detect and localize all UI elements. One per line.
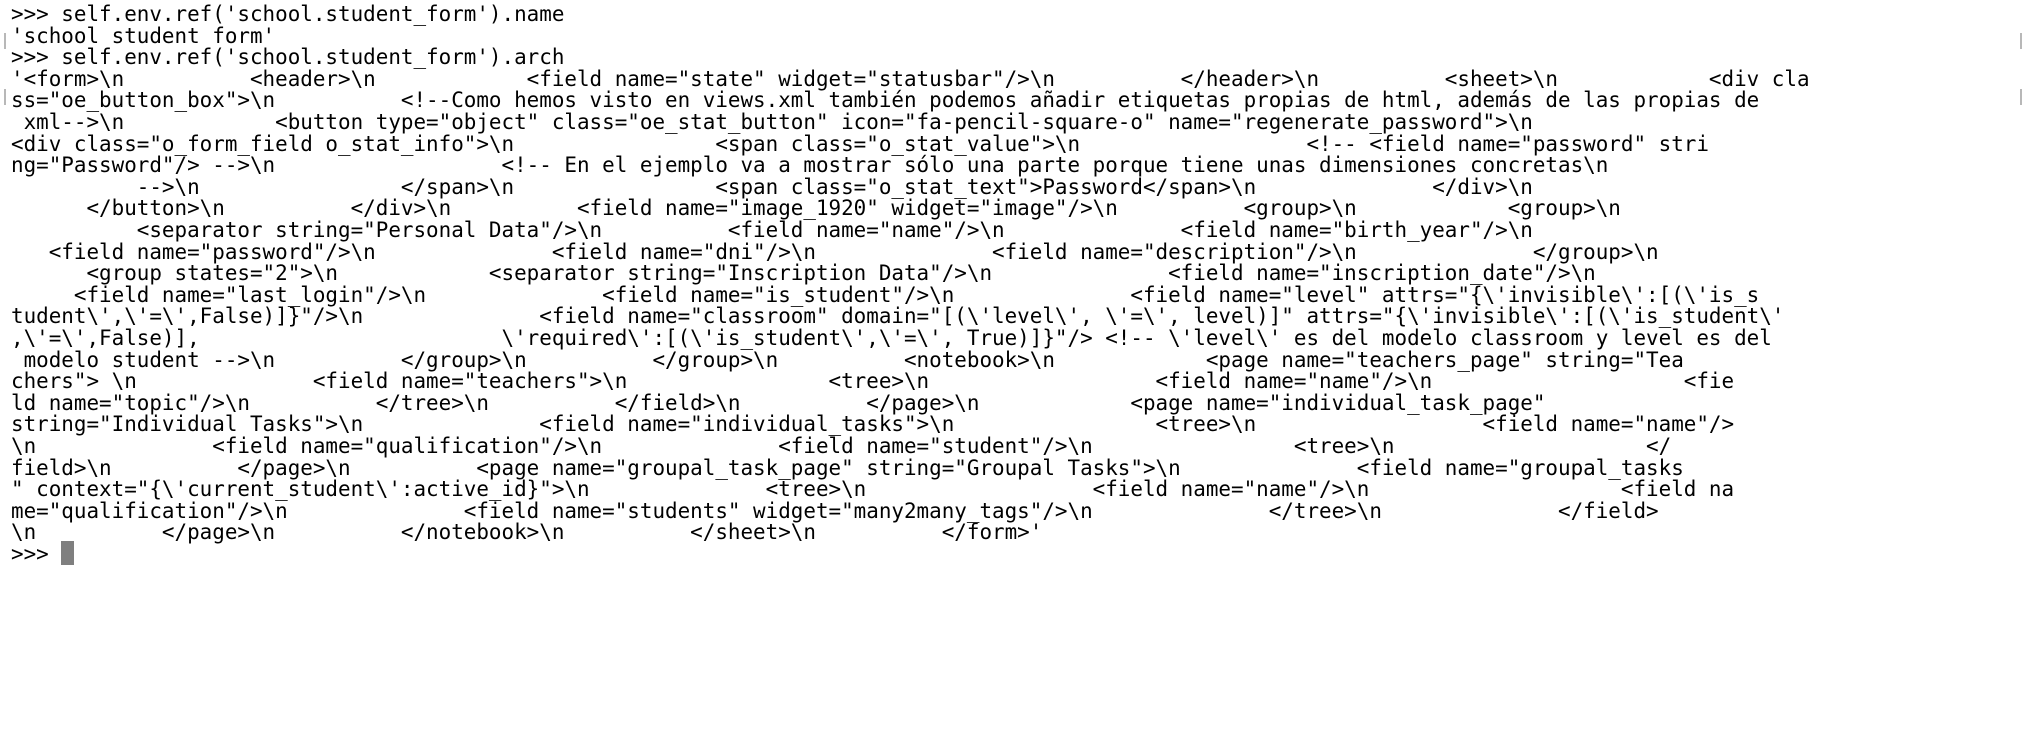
prompt-text: >>>	[11, 542, 62, 566]
terminal-window[interactable]: >>> self.env.ref('school.student_form').…	[0, 0, 2028, 730]
terminal-prompt-line[interactable]: >>>	[11, 540, 75, 568]
output-bracket-marker	[2020, 33, 2022, 49]
output-bracket-marker	[4, 33, 6, 49]
terminal-line: \n </page>\n </notebook>\n </sheet>\n </…	[11, 520, 1043, 545]
text-cursor	[61, 541, 75, 565]
output-bracket-marker	[4, 89, 6, 105]
output-bracket-marker	[2020, 89, 2022, 105]
